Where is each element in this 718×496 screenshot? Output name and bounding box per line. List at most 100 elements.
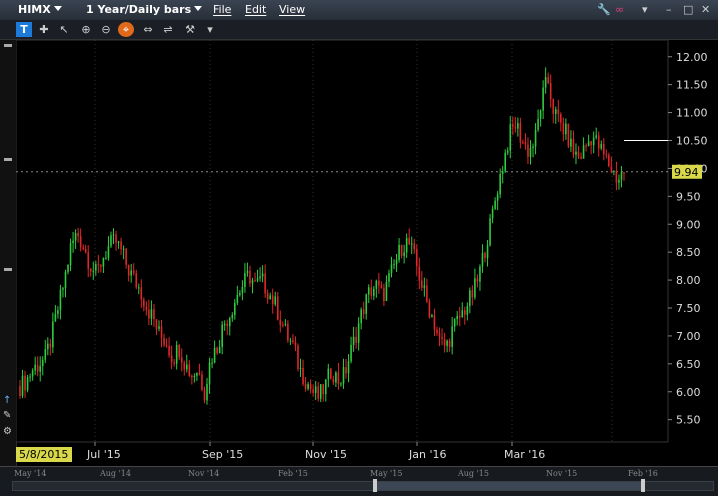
navigator-label: Nov '15	[546, 469, 578, 478]
zoom-out-icon[interactable]: ⊖	[98, 22, 114, 37]
y-tick-label: 10.50	[676, 135, 708, 148]
strip-handle[interactable]	[4, 44, 12, 47]
menu-file[interactable]: File	[213, 3, 231, 16]
crosshair-icon[interactable]: ✚	[36, 22, 52, 37]
candle-body	[84, 249, 87, 253]
candle-body	[203, 389, 206, 401]
candle-body	[79, 236, 82, 248]
cursor-icon[interactable]: ↖	[56, 22, 72, 37]
candle-body	[600, 143, 603, 149]
candle-body	[370, 287, 373, 296]
candle-body	[486, 245, 489, 259]
candle-body	[87, 252, 90, 269]
candle-body	[327, 368, 330, 380]
time-axis: Jul '15 Sep '15 Nov '15 Jan '16 Mar '16 5/8/2…	[16, 442, 545, 462]
candle-body	[294, 342, 297, 346]
candle-body	[410, 243, 413, 245]
compress-horizontal-icon[interactable]: ⇌	[160, 22, 176, 37]
price-axis: 12.0011.5011.0010.5010.009.509.008.508.0…	[668, 51, 708, 427]
candle-body	[342, 367, 345, 384]
candle-body	[95, 264, 97, 271]
link-icon[interactable]: ∞	[615, 3, 624, 16]
candle-body	[54, 313, 57, 322]
candle-body	[221, 324, 223, 348]
candle-body	[158, 326, 160, 329]
strip-handle[interactable]	[4, 268, 12, 271]
candle-body	[501, 171, 504, 174]
maximize-icon[interactable]: □	[683, 3, 693, 16]
candle-body	[527, 144, 529, 157]
candle-body	[135, 273, 138, 288]
candle-body	[481, 252, 484, 267]
strip-handle[interactable]	[4, 158, 12, 161]
candle-body	[395, 259, 398, 265]
minimize-icon[interactable]: –	[666, 3, 672, 16]
candle-body	[428, 301, 431, 318]
candle-body	[289, 340, 292, 342]
candle-body	[62, 288, 64, 290]
candle-body	[610, 166, 613, 172]
candle-body	[269, 295, 271, 300]
candle-body	[317, 386, 320, 399]
navigator-label: May '15	[370, 469, 403, 478]
candle-body	[140, 287, 143, 300]
pencil-icon[interactable]: ✎	[3, 410, 11, 421]
candle-body	[539, 110, 542, 119]
navigator-selection[interactable]	[373, 479, 645, 492]
settings-icon[interactable]: ⚙	[3, 426, 12, 437]
tools-icon[interactable]: ⚒	[182, 22, 198, 37]
candle-body	[365, 294, 368, 314]
candle-body	[554, 109, 557, 114]
candle-body	[304, 384, 307, 389]
navigator-track[interactable]	[12, 479, 714, 492]
navigator-right-handle[interactable]	[641, 479, 645, 492]
candle-body	[175, 344, 178, 364]
candle-body	[463, 310, 466, 315]
candle-body	[367, 287, 370, 295]
chart-type-button[interactable]: T	[16, 22, 32, 37]
expand-horizontal-icon[interactable]: ⇔	[140, 22, 156, 37]
drawing-side-strip: ↑ ✎ ⚙	[0, 40, 17, 466]
chevron-down-icon[interactable]: ▾	[202, 22, 218, 37]
menu-edit[interactable]: Edit	[245, 3, 266, 16]
candle-body	[218, 347, 221, 354]
candle-body	[340, 383, 342, 385]
candle-body	[57, 310, 59, 314]
candle-body	[575, 151, 577, 155]
zoom-in-icon[interactable]: ⊕	[78, 22, 94, 37]
arrow-up-icon[interactable]: ↑	[3, 395, 11, 406]
candle-body	[322, 384, 325, 395]
close-icon[interactable]: ✕	[701, 3, 710, 16]
candle-body	[216, 347, 218, 354]
candle-body	[489, 218, 491, 246]
chevron-down-icon[interactable]: ▾	[642, 3, 648, 16]
wrench-icon[interactable]: 🔧	[597, 3, 611, 16]
candle-body	[623, 172, 625, 174]
candle-body	[602, 143, 605, 155]
candle-body	[309, 384, 312, 390]
candle-body	[352, 336, 355, 345]
candle-body	[580, 156, 582, 159]
candle-body	[178, 344, 181, 358]
candle-body	[122, 248, 125, 250]
navigator-left-handle[interactable]	[373, 479, 377, 492]
candle-body	[170, 355, 173, 363]
target-icon[interactable]: ⌖	[118, 22, 134, 37]
candle-body	[582, 145, 585, 159]
candle-body	[458, 315, 461, 318]
symbol-selector[interactable]: HIMX	[18, 3, 62, 16]
candle-body	[153, 309, 155, 320]
candle-body	[474, 278, 476, 298]
price-chart[interactable]: 12.0011.5011.0010.5010.009.509.008.508.0…	[16, 40, 718, 466]
candle-body	[560, 114, 562, 123]
candle-body	[287, 323, 289, 341]
candle-body	[390, 264, 393, 273]
candle-body	[423, 285, 426, 288]
candle-body	[292, 340, 294, 343]
candle-body	[64, 272, 67, 289]
period-selector[interactable]: 1 Year/Daily bars	[86, 3, 203, 16]
last-price-label: 9.94	[674, 166, 699, 179]
menu-view[interactable]: View	[279, 3, 305, 16]
candle-body	[259, 276, 261, 279]
candle-body	[231, 314, 234, 319]
